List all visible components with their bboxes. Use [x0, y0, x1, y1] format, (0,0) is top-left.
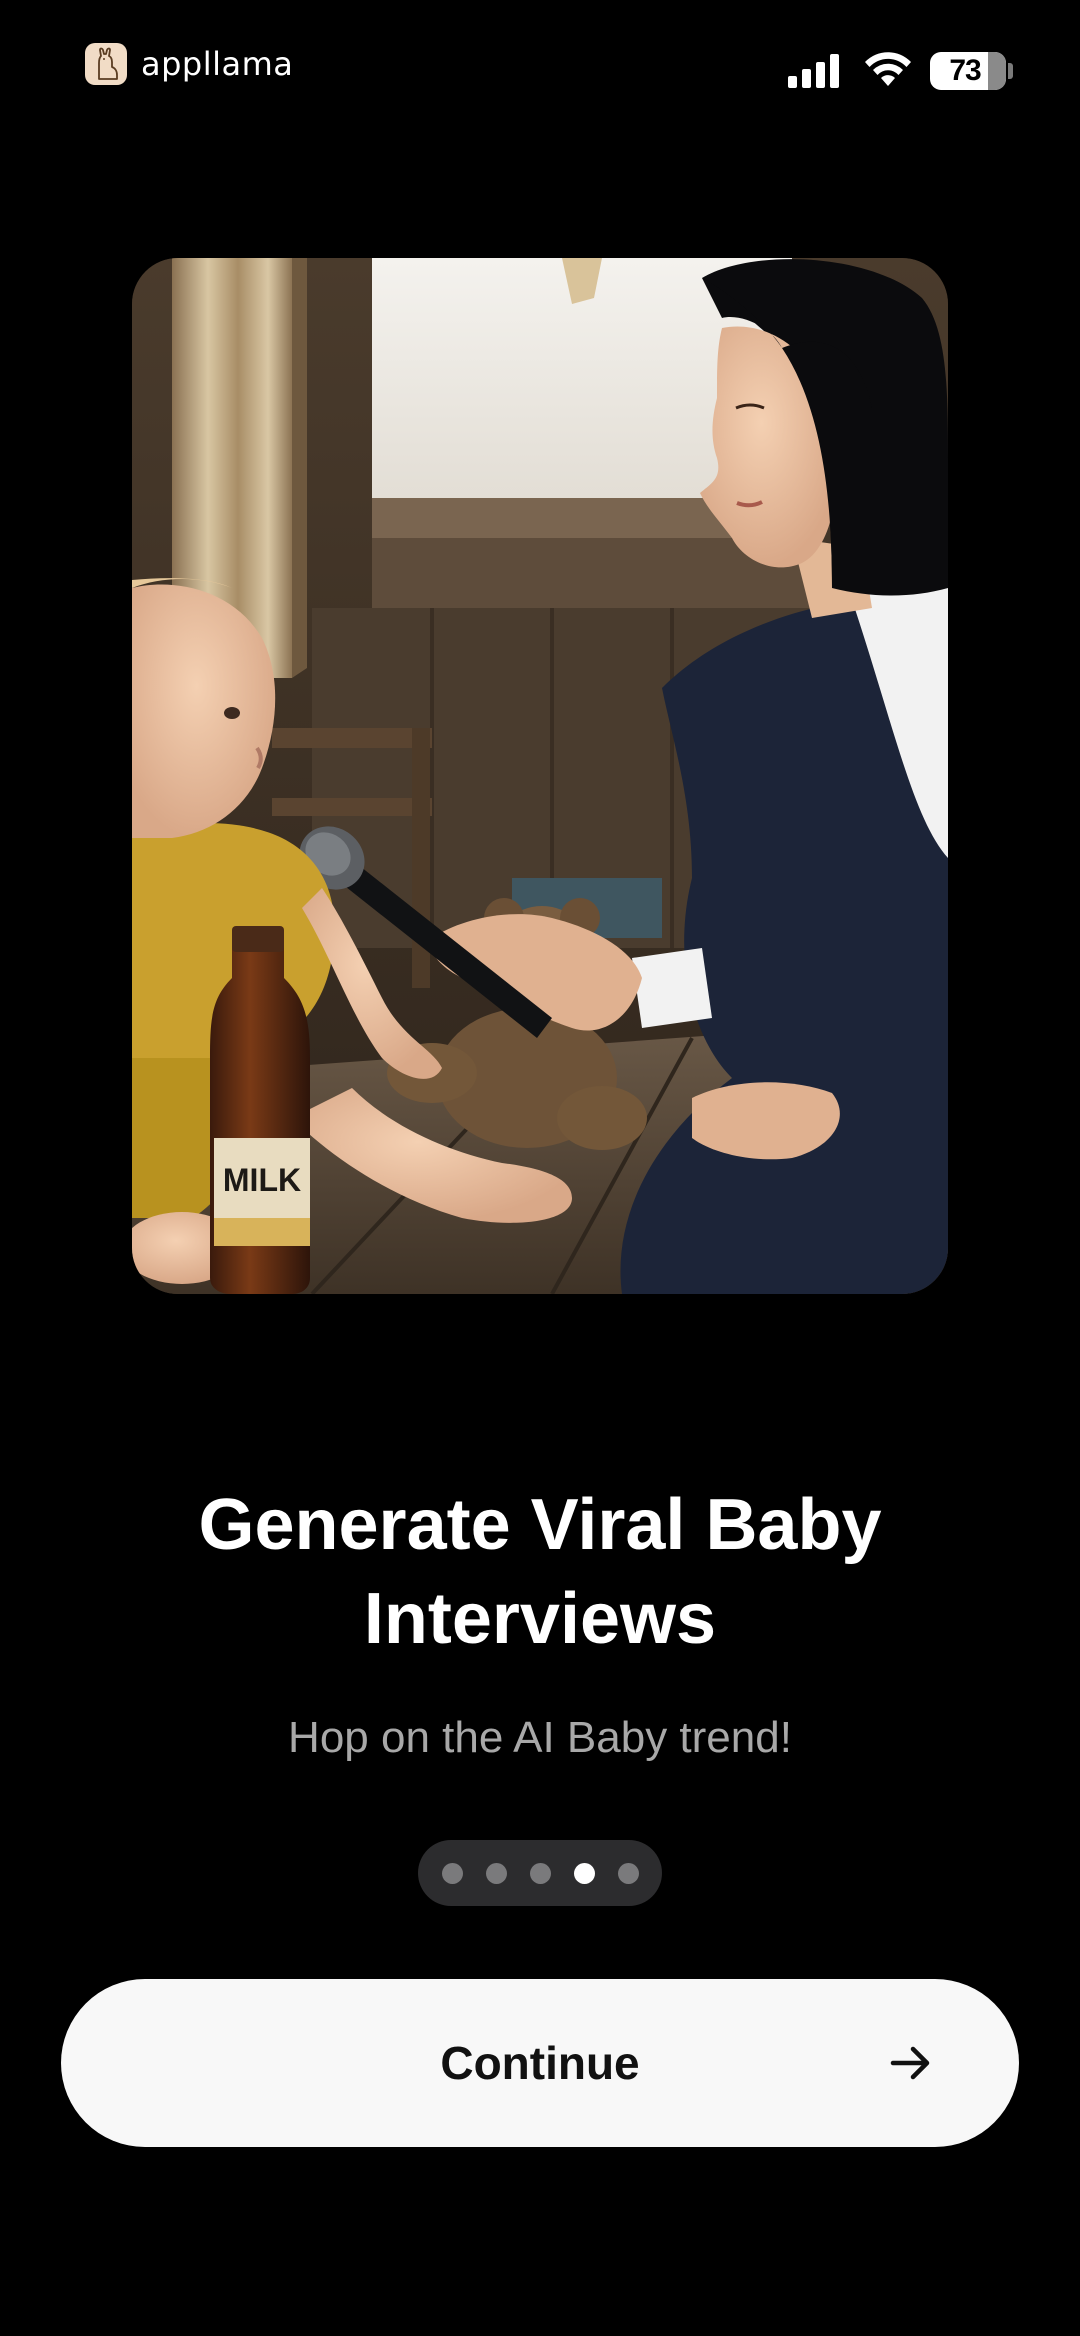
hero-image: MILK: [132, 258, 948, 1294]
bottle-label: MILK: [223, 1162, 301, 1198]
llama-icon: [85, 43, 127, 85]
continue-label: Continue: [440, 2037, 640, 2089]
page-dot[interactable]: [441, 1862, 463, 1884]
page-dot-active[interactable]: [573, 1862, 595, 1884]
battery-nub: [1008, 63, 1013, 79]
page-dot[interactable]: [617, 1862, 639, 1884]
continue-button[interactable]: Continue: [61, 1979, 1019, 2147]
battery-indicator: 73: [930, 52, 1006, 90]
status-bar: appllama 73: [0, 0, 1080, 130]
arrow-right-icon: [890, 2046, 930, 2080]
battery-empty-portion: [988, 52, 1006, 90]
onboarding-title: Generate Viral Baby Interviews: [198, 1485, 882, 1659]
page-indicator[interactable]: [418, 1840, 662, 1906]
battery-level: 73: [949, 54, 981, 87]
onboarding-subtitle: Hop on the AI Baby trend!: [288, 1713, 792, 1762]
page-dot[interactable]: [485, 1862, 507, 1884]
cellular-signal-icon: [788, 54, 839, 88]
brand-name: appllama: [141, 45, 294, 83]
wifi-icon: [865, 52, 911, 86]
brand: appllama: [85, 42, 293, 86]
page-dot[interactable]: [529, 1862, 551, 1884]
